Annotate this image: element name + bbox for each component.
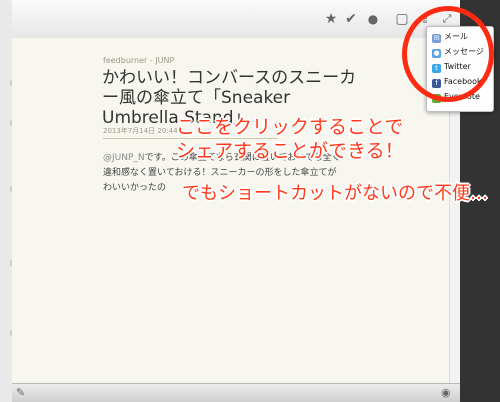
annotation-line-1: ここをクリックすることで [176,116,404,138]
highlight-circle [402,6,494,102]
annotation-line-3: でもショートカットがないので不便… [182,183,488,204]
mention-link[interactable]: @JUNP_N [103,153,145,163]
article-date: 2013年7月14日 20:44 [103,127,178,135]
tag-icon[interactable]: ✎ [16,386,25,399]
check-icon[interactable]: ✔ [342,10,360,28]
divider [103,138,278,139]
star-icon[interactable]: ★ [322,10,340,28]
article-pane: feedburner - JUNP かわいい！コンバースのスニーカー風の傘立て「… [12,38,460,384]
article-toolbar: ★ ✔ ● ▢ ⇪ ⤢ [12,0,460,39]
article-source[interactable]: feedburner - JUNP [103,56,174,65]
tortoise-icon[interactable]: ● [364,10,382,28]
note-icon[interactable]: ▢ [393,10,411,28]
bottom-bar: ✎ ◉ [12,383,460,402]
annotation-line-2: シェアすることができる！ [176,140,404,162]
eye-icon[interactable]: ◉ [441,386,451,399]
